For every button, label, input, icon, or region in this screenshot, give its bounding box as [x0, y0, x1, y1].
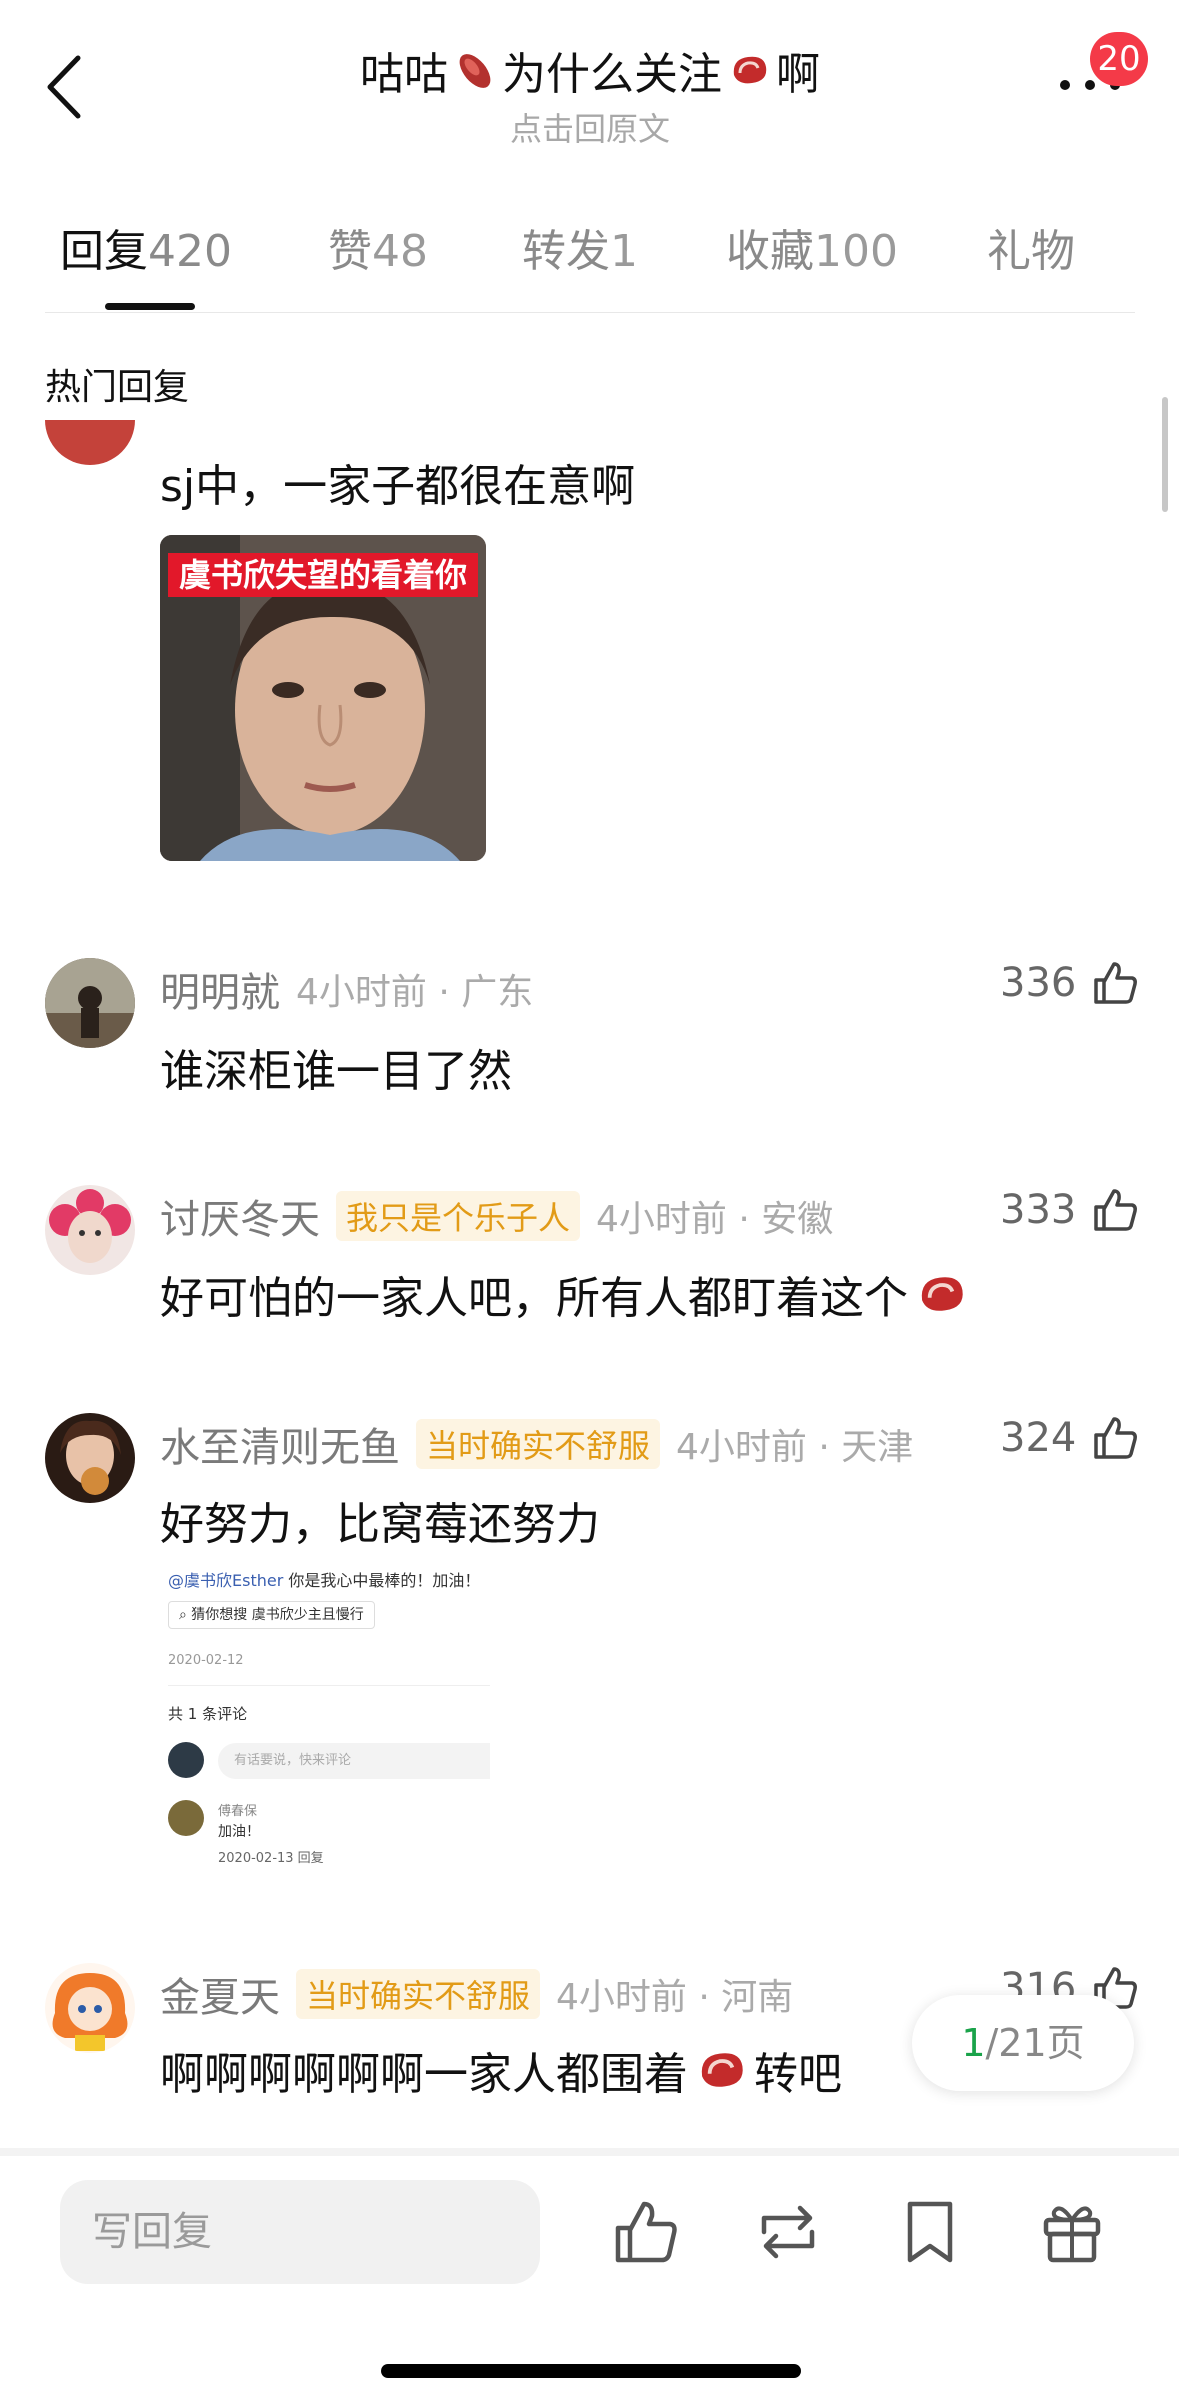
like-icon[interactable] [608, 2194, 684, 2270]
like-count: 336 [1000, 960, 1077, 1006]
avatar[interactable] [45, 1963, 135, 2053]
embed-search-text: 猜你想搜 虞书欣少主且慢行 [191, 1607, 364, 1623]
comment-meta: 4小时前 · 河南 [556, 1977, 794, 2018]
comment-image[interactable]: 虞书欣失望的看着你 [160, 535, 486, 861]
embed-line: @虞书欣Esther 你是我心中最棒的！加油！ [168, 1567, 480, 1591]
divider [168, 1685, 490, 1686]
tab-label: 收藏 [726, 226, 814, 277]
total-pages: /21页 [985, 2021, 1085, 2065]
embed-comment: 加油！ [218, 1824, 260, 1840]
reply-input[interactable]: 写回复 [60, 2180, 540, 2284]
repost-icon[interactable] [750, 2194, 826, 2270]
comment-author[interactable]: 水至清则无鱼 当时确实不舒服 4小时前 · 天津 [160, 1415, 913, 1473]
steak-icon [921, 1277, 963, 1311]
like-count: 333 [1000, 1187, 1077, 1233]
thumbs-up-icon [1094, 962, 1138, 1004]
user-tag: 我只是个乐子人 [336, 1191, 581, 1241]
username[interactable]: 明明就 [160, 960, 280, 1018]
divider [0, 2148, 1179, 2156]
steak-icon [733, 56, 767, 84]
comment-text-content: 转吧 [754, 2049, 842, 2100]
home-indicator[interactable] [381, 2364, 801, 2378]
comment-text-content: 啊啊啊啊啊啊一家人都围着 [160, 2049, 688, 2100]
comment-text: sj中，一家子都很在意啊 [160, 461, 636, 512]
tab-label: 转发 [522, 226, 610, 277]
image-caption: 虞书欣失望的看着你 [168, 553, 478, 597]
user-tag: 当时确实不舒服 [296, 1969, 541, 2019]
embed-text: 你是我心中最棒的！加油！ [283, 1571, 481, 1590]
like-button[interactable]: 333 [1000, 1185, 1140, 1235]
avatar[interactable] [45, 1185, 135, 1275]
username[interactable]: 金夏天 [160, 1965, 280, 2023]
steak-icon [701, 2053, 743, 2087]
tab-label: 礼物 [987, 226, 1075, 277]
avatar [168, 1742, 204, 1778]
section-title: 热门回复 [45, 367, 190, 408]
comment-text: 啊啊啊啊啊啊一家人都围着 转吧 [160, 2038, 842, 2102]
header: 咕咕 为什么关注 啊 点击回原文 20 [0, 0, 1179, 165]
comment-author[interactable]: 讨厌冬天 我只是个乐子人 4小时前 · 安徽 [160, 1187, 833, 1245]
title-text: 咕咕 [360, 49, 448, 100]
back-to-original-link[interactable]: 点击回原文 [300, 104, 880, 150]
comment-text: 好努力，比窝莓还努力 [160, 1499, 600, 1550]
thumbs-up-icon [1094, 1189, 1138, 1231]
title-text: 为什么关注 [502, 49, 722, 100]
user-tag: 当时确实不舒服 [416, 1419, 661, 1469]
username[interactable]: 讨厌冬天 [160, 1187, 320, 1245]
like-button[interactable]: 336 [1000, 958, 1140, 1008]
comment-text: 谁深柜谁一目了然 [160, 1046, 512, 1097]
like-button[interactable]: 324 [1000, 1413, 1140, 1463]
current-page: 1 [961, 2021, 986, 2065]
comment-author[interactable]: 金夏天 当时确实不舒服 4小时前 · 河南 [160, 1965, 793, 2023]
page-indicator[interactable]: 1/21页 [912, 1995, 1134, 2091]
embed-input: 有话要说，快来评论 [218, 1743, 490, 1779]
divider [45, 312, 1135, 313]
comment-meta: 4小时前 · 安徽 [596, 1199, 834, 1240]
avatar[interactable] [45, 420, 135, 468]
tab-bar: 回复420 赞48 转发1 收藏100 礼物 [45, 215, 1135, 315]
tab-label: 赞 [328, 226, 372, 277]
comment-meta: 4小时前 · 天津 [676, 1427, 914, 1468]
avatar[interactable] [45, 1413, 135, 1503]
post-title: 咕咕 为什么关注 啊 [360, 38, 820, 102]
tab-count: 1 [610, 226, 638, 277]
comment-author[interactable]: 明明就 4小时前 · 广东 [160, 960, 533, 1018]
tab-reposts[interactable]: 转发1 [522, 215, 638, 279]
active-tab-indicator [105, 303, 195, 310]
avatar [168, 1800, 204, 1836]
embed-mention: @虞书欣Esther [168, 1571, 284, 1590]
sweet-potato-icon [459, 54, 491, 88]
notification-badge: 20 [1090, 32, 1148, 86]
comment-screenshot-image[interactable]: @虞书欣Esther 你是我心中最棒的！加油！ ⌕ 猜你想搜 虞书欣少主且慢行 … [160, 1555, 490, 1880]
post-title-area[interactable]: 咕咕 为什么关注 啊 点击回原文 [300, 38, 880, 150]
embed-username: 傅春保 [218, 1804, 258, 1819]
tab-replies[interactable]: 回复420 [60, 215, 232, 279]
thumbs-up-icon [1094, 1417, 1138, 1459]
scrollbar[interactable] [1162, 397, 1168, 512]
tab-count: 420 [148, 226, 232, 277]
username[interactable]: 水至清则无鱼 [160, 1415, 400, 1473]
back-chevron-icon[interactable] [40, 52, 90, 122]
embed-comment-count: 共 1 条评论 [168, 1705, 248, 1723]
tab-favorites[interactable]: 收藏100 [726, 215, 898, 279]
gift-icon[interactable] [1034, 2194, 1110, 2270]
tab-label: 回复 [60, 226, 148, 277]
comment-meta: 4小时前 · 广东 [296, 972, 534, 1013]
tab-count: 48 [372, 226, 428, 277]
tab-gifts[interactable]: 礼物 [987, 215, 1075, 279]
embed-search-chip: ⌕ 猜你想搜 虞书欣少主且慢行 [168, 1601, 375, 1629]
like-count: 324 [1000, 1415, 1077, 1461]
avatar[interactable] [45, 958, 135, 1048]
embed-comment-meta: 2020-02-13 回复 [218, 1851, 324, 1866]
embed-date: 2020-02-12 [168, 1653, 244, 1668]
comment-text: 好可怕的一家人吧，所有人都盯着这个 [160, 1262, 970, 1326]
comment-text-content: 好可怕的一家人吧，所有人都盯着这个 [160, 1273, 908, 1324]
tab-count: 100 [814, 226, 898, 277]
title-text: 啊 [776, 49, 820, 100]
tab-likes[interactable]: 赞48 [328, 215, 428, 279]
bookmark-icon[interactable] [892, 2194, 968, 2270]
